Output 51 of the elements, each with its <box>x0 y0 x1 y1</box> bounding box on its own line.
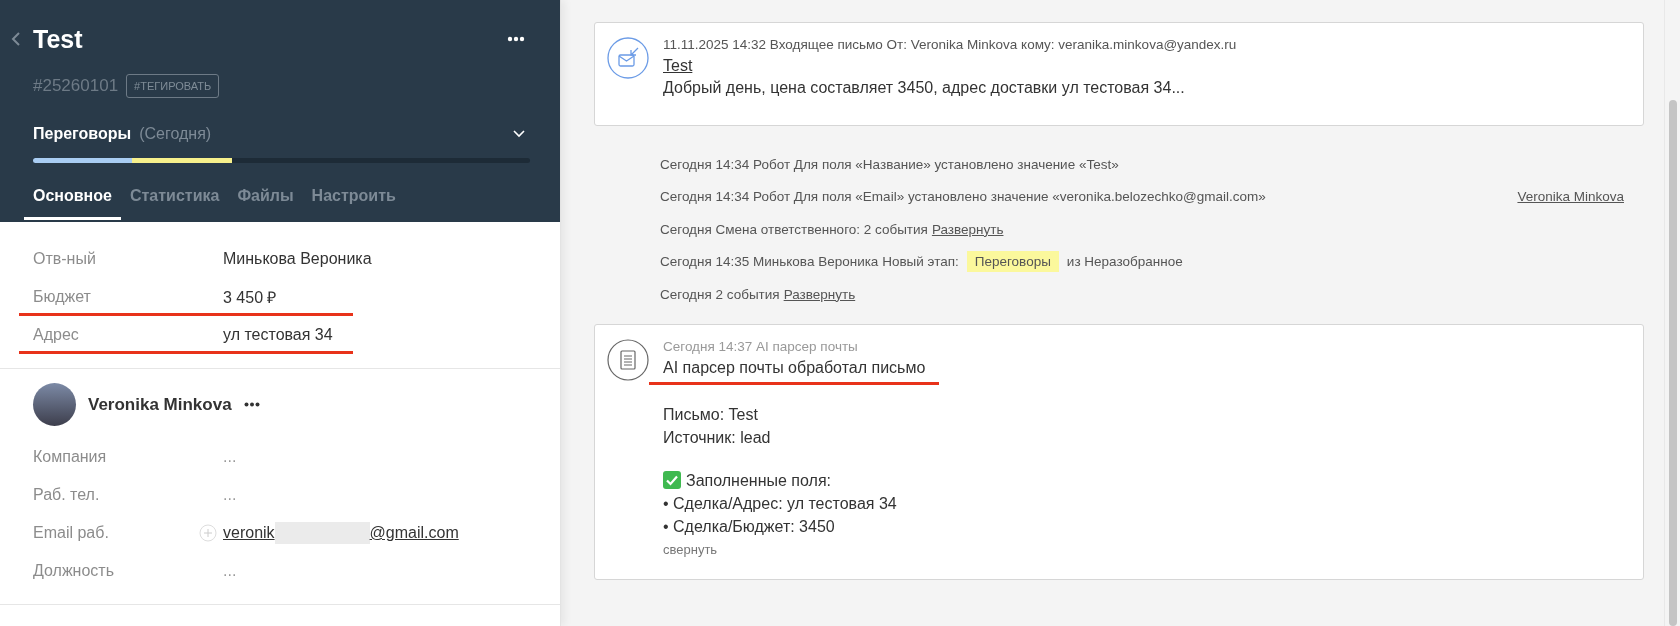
parser-line: Источник: lead <box>663 427 771 448</box>
input-field[interactable]: ... <box>223 562 423 580</box>
email-subject-link[interactable]: Test <box>663 57 693 75</box>
expand-link[interactable]: Развернуть <box>931 221 1004 237</box>
input-field[interactable]: ... <box>223 486 423 504</box>
collapse-link[interactable]: свернуть <box>663 541 718 557</box>
avatar-photo-placeholder <box>33 383 76 426</box>
chevron-down-icon[interactable] <box>513 130 525 138</box>
email-preview: Добрый день, цена составляет 3450, адрес доставки ул тестовая 34... <box>663 79 1185 97</box>
event-text: Сегодня 14:34 Робот Для поля «Email» установлено значение «veronika.belozechko@gmail.com» <box>660 189 1266 205</box>
more-icon[interactable] <box>507 36 525 42</box>
stage-name[interactable]: Переговоры <box>33 125 132 143</box>
expand-link[interactable]: Развернуть <box>783 286 856 302</box>
event-text: из Неразобранное <box>1066 254 1183 270</box>
email-link[interactable]: @gmail.com <box>369 524 459 542</box>
email-link[interactable]: veronik <box>223 524 275 542</box>
lead-number: #25260101 <box>33 76 119 96</box>
scrollbar[interactable] <box>1664 0 1680 626</box>
event-text: Сегодня 14:35 Минькова Вероника Новый этап: <box>660 254 959 270</box>
parser-title: AI парсер почты обработал письмо <box>663 358 926 376</box>
parser-line: Заполненные поля: <box>686 470 831 491</box>
event-text: Сегодня Смена ответственного: 2 события <box>660 221 928 237</box>
field-label: Email раб. <box>33 524 110 542</box>
more-icon[interactable] <box>243 402 260 407</box>
parser-line: Письмо: Test <box>663 404 758 425</box>
field-label: Отв-ный <box>33 250 97 268</box>
event-text: Сегодня 2 события <box>660 286 780 302</box>
field-label: Адрес <box>33 326 80 344</box>
lead-title: Test <box>33 24 84 54</box>
field-value[interactable]: ул тестовая 34 <box>223 326 333 344</box>
stage-tag: Переговоры <box>966 251 1059 273</box>
email-meta: 11.11.2025 14:32 Входящее письмо От: Veronika Minkova кому: veranika.minkova@yandex.ru <box>663 37 1237 52</box>
parser-line: • Сделка/Адрес: ул тестовая 34 <box>663 493 897 514</box>
author-link[interactable]: Veronika Minkova <box>1517 189 1624 205</box>
tab[interactable]: Основное <box>24 181 121 220</box>
field-label: Бюджет <box>33 288 92 306</box>
parser-meta: Сегодня 14:37 AI парсер почты <box>663 338 858 354</box>
field-value[interactable]: 3 450 ₽ <box>223 286 277 308</box>
field-label: Компания <box>33 448 108 466</box>
parser-line: • Сделка/Бюджет: 3450 <box>663 516 835 537</box>
back-icon[interactable] <box>11 31 21 47</box>
input-field[interactable]: ... <box>223 448 423 466</box>
field-label: Должность <box>33 562 115 580</box>
incoming-mail-icon <box>607 37 649 79</box>
contact-name[interactable]: Veronika Minkova <box>88 394 232 415</box>
document-icon <box>607 338 649 381</box>
scrollbar-thumb[interactable] <box>1668 100 1677 626</box>
field-label: Раб. тел. <box>33 486 101 504</box>
event-text: Сегодня 14:34 Робот Для поля «Название» установлено значение «Test» <box>660 156 1119 172</box>
stage-date: (Сегодня) <box>139 125 213 143</box>
field-value[interactable]: Минькова Вероника <box>223 250 372 268</box>
